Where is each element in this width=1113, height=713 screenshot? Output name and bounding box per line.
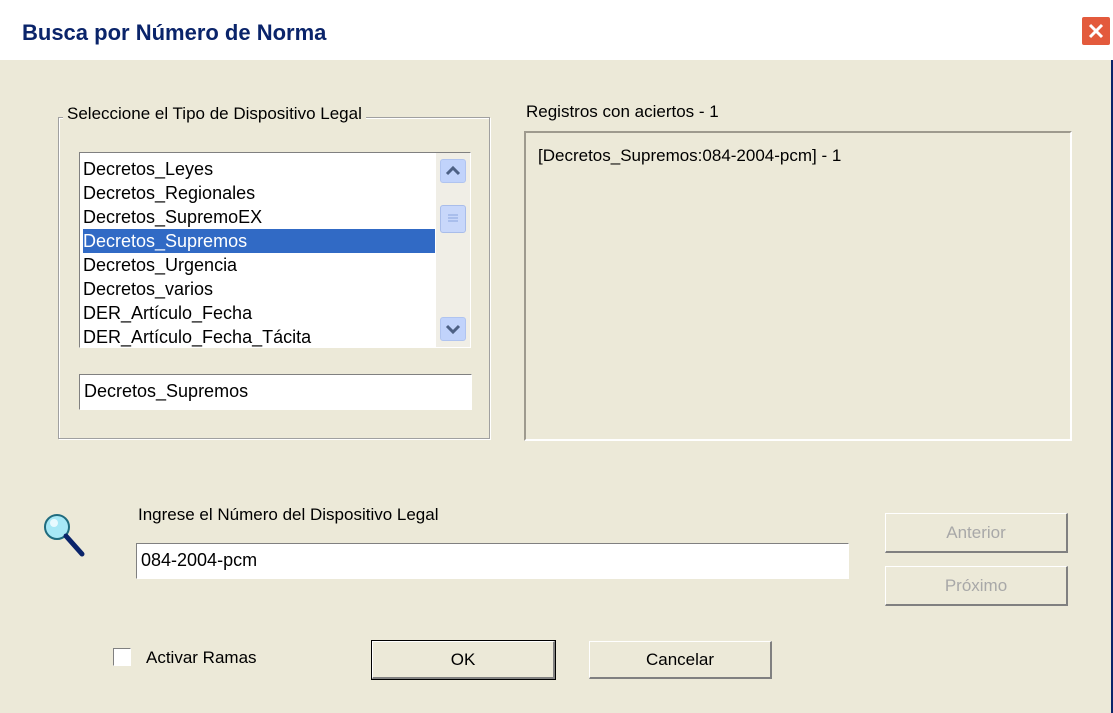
list-item[interactable]: Decretos_Urgencia	[83, 253, 435, 277]
record-item[interactable]: [Decretos_Supremos:084-2004-pcm] - 1	[538, 146, 841, 166]
list-scrollbar[interactable]	[436, 153, 470, 347]
list-item[interactable]: DER_Artículo_Fecha_Tácita	[83, 325, 435, 347]
list-item[interactable]: Decretos_varios	[83, 277, 435, 301]
cancel-button[interactable]: Cancelar	[589, 641, 772, 679]
activate-branches-checkbox[interactable]	[113, 648, 131, 666]
magnifier-icon	[40, 510, 90, 565]
previous-button[interactable]: Anterior	[885, 513, 1068, 553]
records-panel: [Decretos_Supremos:084-2004-pcm] - 1	[524, 131, 1072, 441]
list-item[interactable]: Decretos_Regionales	[83, 181, 435, 205]
list-item-selected[interactable]: Decretos_Supremos	[83, 229, 435, 253]
scroll-down-button[interactable]	[440, 317, 466, 341]
scroll-up-button[interactable]	[440, 159, 466, 183]
close-icon	[1088, 23, 1104, 39]
grip-icon	[448, 214, 458, 222]
ok-button[interactable]: OK	[371, 640, 556, 680]
window-title: Busca por Número de Norma	[22, 20, 327, 45]
close-button[interactable]	[1081, 16, 1111, 46]
activate-branches-label: Activar Ramas	[146, 648, 257, 667]
scroll-thumb[interactable]	[440, 205, 466, 233]
chevron-up-icon	[445, 165, 461, 176]
records-label: Registros con aciertos - 1	[526, 102, 719, 121]
number-field-label: Ingrese el Número del Dispositivo Legal	[138, 505, 439, 524]
device-type-group-label: Seleccione el Tipo de Dispositivo Legal	[63, 104, 366, 124]
list-item[interactable]: DER_Artículo_Fecha	[83, 301, 435, 325]
list-item[interactable]: Decretos_Leyes	[83, 157, 435, 181]
number-input[interactable]: 084-2004-pcm	[136, 543, 849, 579]
next-button[interactable]: Próximo	[885, 566, 1068, 606]
list-item[interactable]: Decretos_SupremoEX	[83, 205, 435, 229]
title-bar: Busca por Número de Norma	[0, 0, 1113, 60]
device-type-list[interactable]: Decretos_Leyes Decretos_Regionales Decre…	[79, 152, 471, 348]
selected-type-field[interactable]: Decretos_Supremos	[79, 374, 472, 410]
chevron-down-icon	[445, 324, 461, 335]
